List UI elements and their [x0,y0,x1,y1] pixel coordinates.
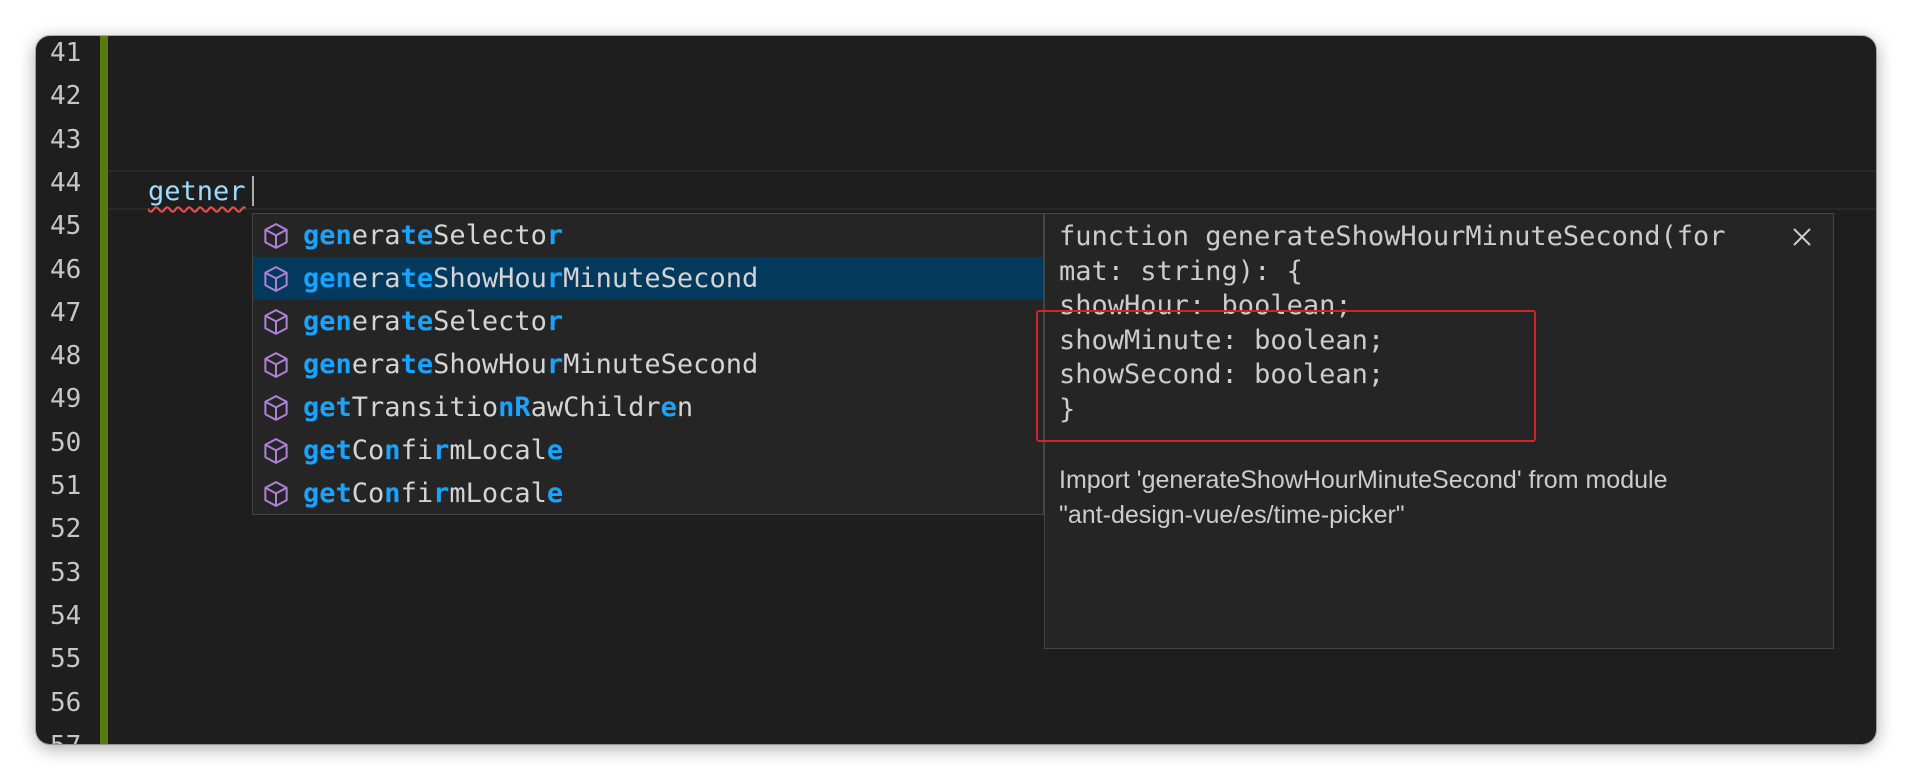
line-number: 54 [50,600,82,631]
signature-line: } [1059,393,1076,425]
label-text: Co [351,478,385,509]
match-highlight: n [384,435,401,466]
line-number: 56 [50,687,82,718]
line-number: 46 [50,254,82,285]
match-highlight: gen [303,263,352,294]
label-text: Selecto [433,220,547,251]
match-highlight: te [400,306,434,337]
match-highlight: r [433,435,450,466]
import-description-line: "ant-design-vue/es/time-picker" [1059,501,1405,529]
suggestion-label: getConfirmLocale [303,435,563,466]
match-highlight: nR [498,392,531,423]
label-text: mLocal [449,435,547,466]
method-cube-icon [259,262,293,296]
suggest-details-panel: function generateShowHourMinuteSecond(fo… [1044,213,1834,649]
match-highlight: get [303,435,352,466]
line-number: 44 [50,167,82,198]
label-text: era [351,349,401,380]
match-highlight: r [433,478,450,509]
match-highlight: gen [303,349,352,380]
line-number: 47 [50,297,82,328]
match-highlight: r [546,220,564,251]
method-cube-icon [259,305,293,339]
line-number: 49 [50,384,82,415]
suggestion-label: getConfirmLocale [303,478,563,509]
match-highlight: r [546,263,564,294]
line-number: 50 [50,427,82,458]
line-number: 51 [50,471,82,501]
method-cube-icon [259,348,293,382]
match-highlight: n [384,478,401,509]
suggestion-label: generateShowHourMinuteSecond [303,263,758,294]
method-cube-icon [259,219,293,253]
line-number-gutter: 41 42 43 44 45 46 47 48 49 50 51 52 53 54 55 56 57 [36,36,100,744]
match-highlight: te [400,220,434,251]
match-highlight: get [303,478,352,509]
match-highlight: r [546,306,564,337]
line-number: 57 [50,725,94,744]
match-highlight: gen [303,306,352,337]
match-highlight: r [546,349,564,380]
label-text: awChildr [530,392,661,423]
line-number: 42 [50,81,82,112]
label-text: n [676,392,694,423]
match-highlight: te [400,349,434,380]
suggest-widget[interactable]: generateSelector generateShowHourMinuteSe… [252,213,1044,515]
typed-text[interactable]: getner [148,170,246,213]
label-text: ShowHou [433,349,547,380]
editor-window: 4142434445464748495051525354555657 getne… [36,36,1876,744]
label-text: Selecto [433,306,547,337]
suggestion-item[interactable]: getConfirmLocale [253,472,1043,515]
label-text: era [351,220,401,251]
current-line-highlight [108,170,1876,210]
line-number: 43 [50,124,82,155]
suggestion-item[interactable]: getConfirmLocale [253,429,1043,472]
label-text: MinuteSecond [563,263,759,294]
match-highlight: e [660,392,677,423]
line-number: 41 [50,38,82,68]
label-text: ShowHou [433,263,547,294]
match-highlight: get [303,392,352,423]
suggestion-item[interactable]: generateShowHourMinuteSecond [253,257,1043,300]
method-cube-icon [259,391,293,425]
suggestion-label: generateSelector [303,220,563,251]
git-modified-bar [100,36,108,744]
label-text: MinuteSecond [563,349,759,380]
suggestion-item[interactable]: generateShowHourMinuteSecond [253,343,1043,386]
method-cube-icon [259,477,293,511]
method-cube-icon [259,434,293,468]
label-text: fi [400,435,434,466]
line-number: 53 [50,557,82,588]
text-cursor [252,176,254,206]
line-number: 55 [50,644,82,675]
label-text: Transitio [351,392,499,423]
match-highlight: gen [303,220,352,251]
suggestion-item[interactable]: generateSelector [253,300,1043,343]
match-highlight: te [400,263,434,294]
suggestion-label: getTransitionRawChildren [303,392,693,423]
label-text: fi [400,478,434,509]
suggestion-item[interactable]: generateSelector [253,214,1043,257]
label-text: era [351,263,401,294]
line-number: 52 [50,514,82,545]
label-text: Co [351,435,385,466]
label-text: mLocal [449,478,547,509]
suggestion-item[interactable]: getTransitionRawChildren [253,386,1043,429]
match-highlight: e [546,478,564,509]
line-number: 45 [50,211,82,242]
suggestion-label: generateShowHourMinuteSecond [303,349,758,380]
label-text: era [351,306,401,337]
line-number: 48 [50,341,82,372]
suggestion-label: generateSelector [303,306,563,337]
match-highlight: e [546,435,564,466]
